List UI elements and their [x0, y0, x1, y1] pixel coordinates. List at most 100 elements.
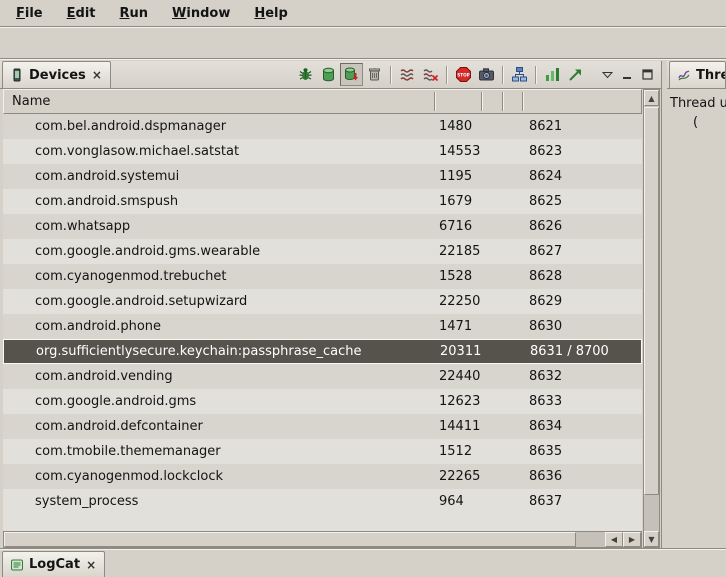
process-pid: 1480 — [433, 119, 480, 134]
process-row[interactable]: com.cyanogenmod.trebuchet15288628 — [3, 264, 642, 289]
ddms-window: FileEditRunWindowHelp Devices × STOP Nam… — [0, 0, 726, 577]
stop-method-profiling-icon[interactable] — [419, 63, 442, 86]
stop-process-icon[interactable]: STOP — [452, 63, 475, 86]
process-row[interactable]: system_process9648637 — [3, 489, 642, 514]
process-port: 8625 — [521, 194, 642, 209]
menu-help[interactable]: Help — [242, 2, 299, 25]
process-port: 8634 — [521, 419, 642, 434]
close-devices-tab-icon[interactable]: × — [91, 68, 103, 82]
process-pid: 1679 — [433, 194, 480, 209]
process-name: com.tmobile.thememanager — [3, 444, 433, 459]
svg-text:STOP: STOP — [457, 72, 470, 77]
bottom-view-bar: LogCat × — [0, 548, 726, 577]
process-name: system_process — [3, 494, 433, 509]
process-pid: 12623 — [433, 394, 480, 409]
screen-capture-icon[interactable] — [475, 63, 498, 86]
process-pid: 1471 — [433, 319, 480, 334]
process-name: com.android.smspush — [3, 194, 433, 209]
maximize-icon[interactable] — [637, 65, 657, 85]
process-row[interactable]: com.android.smspush1679 8625 — [3, 189, 642, 214]
column-divider[interactable] — [481, 92, 482, 111]
process-row[interactable]: com.cyanogenmod.lockclock222658636 — [3, 464, 642, 489]
process-row[interactable]: com.android.phone1471 8630 — [3, 314, 642, 339]
process-pid: 22250 — [433, 294, 480, 309]
horizontal-scrollbar[interactable]: ◀ ▶ — [3, 531, 642, 548]
scroll-up-icon[interactable]: ▲ — [644, 90, 659, 106]
close-logcat-tab-icon[interactable]: × — [85, 558, 97, 572]
process-row[interactable]: com.android.systemui11958624 — [3, 164, 642, 189]
process-row[interactable]: com.google.android.gms126238633 — [3, 389, 642, 414]
scroll-right-icon[interactable]: ▶ — [623, 532, 641, 547]
cause-gc-icon[interactable] — [363, 63, 386, 86]
process-name: com.android.defcontainer — [3, 419, 433, 434]
column-header-name[interactable]: Name — [4, 94, 50, 109]
tab-devices-label: Devices — [29, 68, 86, 83]
debug-process-icon[interactable] — [294, 63, 317, 86]
toolbar-separator — [446, 66, 448, 84]
menu-run[interactable]: Run — [108, 2, 161, 25]
toolbar-spacer — [587, 74, 597, 75]
threads-view: Threads Thread up ( — [667, 61, 726, 548]
threads-view-header: Threads — [667, 61, 726, 89]
update-heap-icon[interactable] — [317, 63, 340, 86]
process-row[interactable]: com.vonglasow.michael.satstat145538623 — [3, 139, 642, 164]
process-pid: 1195 — [433, 169, 480, 184]
view-hierarchy-icon[interactable] — [508, 63, 531, 86]
scroll-left-icon[interactable]: ◀ — [605, 532, 623, 547]
toolbar-separator — [535, 66, 537, 84]
tab-devices[interactable]: Devices × — [2, 61, 111, 88]
process-row[interactable]: com.android.defcontainer14411 8634 — [3, 414, 642, 439]
threads-icon — [677, 68, 691, 82]
process-pid: 1512 — [433, 444, 480, 459]
process-name: com.google.android.gms — [3, 394, 433, 409]
process-row[interactable]: com.google.android.setupwizard222508629 — [3, 289, 642, 314]
process-port: 8636 — [521, 469, 642, 484]
process-table: Name com.bel.android.dspmanager14808621c… — [3, 89, 660, 548]
vertical-scrollbar-thumb[interactable] — [644, 107, 659, 495]
horizontal-scrollbar-thumb[interactable] — [4, 532, 576, 547]
menu-edit[interactable]: Edit — [55, 2, 108, 25]
process-row[interactable]: com.google.android.gms.wearable221858627 — [3, 239, 642, 264]
column-divider[interactable] — [434, 92, 435, 111]
process-name: com.whatsapp — [3, 219, 433, 234]
tab-threads-label: Threads — [696, 68, 726, 83]
process-row[interactable]: com.bel.android.dspmanager1480 8621 — [3, 114, 642, 139]
devices-view-header: Devices × STOP — [0, 61, 661, 89]
process-pid: 14411 — [433, 419, 480, 434]
method-tracing-icon[interactable] — [564, 63, 587, 86]
process-name: com.cyanogenmod.lockclock — [3, 469, 433, 484]
update-threads-icon[interactable] — [396, 63, 419, 86]
minimize-icon[interactable] — [617, 65, 637, 85]
process-row[interactable]: org.sufficientlysecure.keychain:passphra… — [3, 339, 642, 364]
process-port: 8627 — [521, 244, 642, 259]
dump-hprof-icon[interactable] — [340, 63, 363, 86]
column-divider[interactable] — [502, 92, 503, 111]
column-divider[interactable] — [522, 92, 523, 111]
tab-logcat[interactable]: LogCat × — [2, 551, 105, 577]
menu-bar: FileEditRunWindowHelp — [0, 0, 726, 27]
horizontal-scrollbar-track[interactable] — [576, 532, 605, 547]
process-port: 8629 — [521, 294, 642, 309]
view-menu-icon[interactable] — [597, 65, 617, 85]
scroll-down-icon[interactable]: ▼ — [644, 531, 659, 547]
menu-file[interactable]: File — [4, 2, 55, 25]
vertical-scrollbar[interactable]: ▲ ▼ — [643, 89, 660, 548]
process-pid: 22440 — [433, 369, 480, 384]
process-port: 8630 — [521, 319, 642, 334]
process-name: com.vonglasow.michael.satstat — [3, 144, 433, 159]
toolbar-separator — [390, 66, 392, 84]
process-table-body: com.bel.android.dspmanager1480 8621 com.vo… — [3, 114, 642, 531]
main-toolbar — [0, 27, 726, 59]
tab-logcat-label: LogCat — [29, 557, 80, 572]
process-pid: 1528 — [433, 269, 480, 284]
tab-threads[interactable]: Threads — [669, 61, 726, 88]
process-row[interactable]: com.android.vending224408632 — [3, 364, 642, 389]
process-port: 8637 — [521, 494, 642, 509]
systrace-icon[interactable] — [541, 63, 564, 86]
process-name: com.android.phone — [3, 319, 433, 334]
process-port: 8621 — [521, 119, 642, 134]
process-row[interactable]: com.tmobile.thememanager15128635 — [3, 439, 642, 464]
menu-window[interactable]: Window — [160, 2, 242, 25]
process-row[interactable]: com.whatsapp67168626 — [3, 214, 642, 239]
process-name: com.bel.android.dspmanager — [3, 119, 433, 134]
